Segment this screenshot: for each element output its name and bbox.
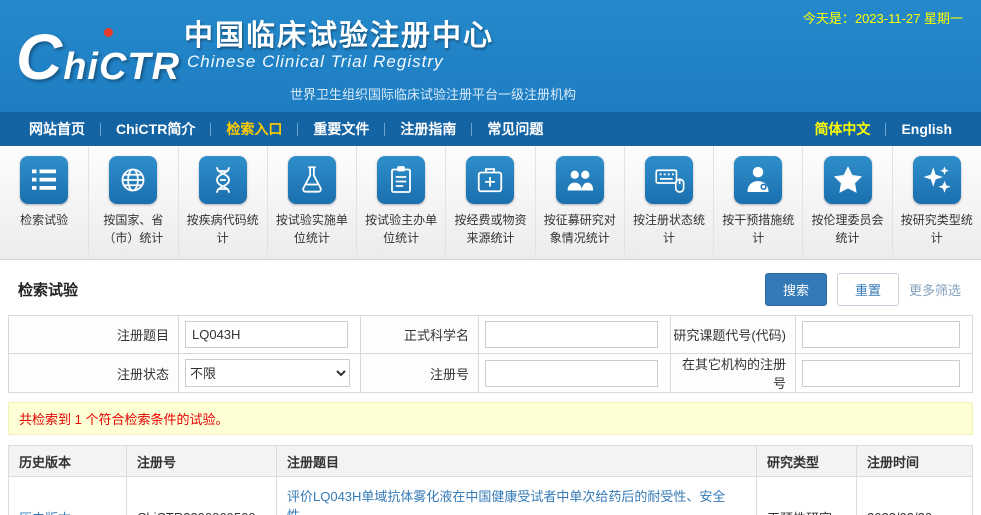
site-title-cn: 中国临床试验注册中心	[184, 12, 494, 54]
other-reg-number-label: 在其它机构的注册号	[671, 354, 796, 393]
menu-item-recruitment-stats[interactable]: 按征募研究对象情况统计	[536, 146, 625, 259]
sci-name-input[interactable]	[485, 321, 658, 348]
column-header-history-version: 历史版本	[9, 446, 127, 477]
more-filters-link[interactable]: 更多筛选	[909, 280, 965, 299]
site-header: ChiCTR 中国临床试验注册中心 Chinese Clinical Trial…	[0, 0, 981, 112]
menu-item-disease-code-stats[interactable]: 按疾病代码统计	[179, 146, 268, 259]
menu-item-label: 按注册状态统计	[629, 211, 709, 247]
nav-item-faq[interactable]: 常见问题	[472, 119, 558, 139]
sci-name-label: 正式科学名	[361, 316, 479, 354]
reg-status-label: 注册状态	[9, 354, 179, 393]
chictr-logo[interactable]: ChiCTR	[16, 6, 180, 108]
search-actions: 搜索 重置 更多筛选	[765, 273, 965, 306]
reg-title-label: 注册题目	[9, 316, 179, 354]
reg-title-input[interactable]	[185, 321, 348, 348]
column-header-registration-title: 注册题目	[277, 446, 757, 477]
who-registry-line: 世界卫生组织国际临床试验注册平台一级注册机构	[290, 84, 576, 103]
project-code-input[interactable]	[802, 321, 960, 348]
column-header-registration-date: 注册时间	[857, 446, 973, 477]
search-button[interactable]: 搜索	[765, 273, 827, 306]
menu-item-implementing-unit-stats[interactable]: 按试验实施单位统计	[268, 146, 357, 259]
menu-item-registration-status-stats[interactable]: 按注册状态统计	[625, 146, 714, 259]
menu-item-label: 按伦理委员会统计	[808, 211, 888, 247]
other-reg-number-input[interactable]	[802, 360, 960, 387]
logo-text: ChiCTR	[16, 6, 180, 108]
dna-icon	[199, 156, 247, 204]
menu-item-label: 按研究类型统计	[897, 211, 977, 247]
menu-item-label: 按国家、省（市）统计	[93, 211, 173, 247]
menu-item-sponsor-unit-stats[interactable]: 按试验主办单位统计	[357, 146, 446, 259]
menu-item-label: 按试验主办单位统计	[361, 211, 441, 247]
registration-number-cell: ChiCTR2300069500	[127, 477, 277, 515]
globe-icon	[109, 156, 157, 204]
people-group-icon	[556, 156, 604, 204]
list-123-icon	[20, 156, 68, 204]
nav-item-home[interactable]: 网站首页	[14, 119, 100, 139]
menu-item-ethics-committee-stats[interactable]: 按伦理委员会统计	[803, 146, 892, 259]
language-switcher: 简体中文 English	[799, 119, 967, 139]
results-header-row: 历史版本 注册号 注册题目 研究类型 注册时间	[9, 446, 973, 477]
search-form: 注册题目 正式科学名 研究课题代号(代码) 注册状态 不限 注册号 在其它机构的…	[8, 315, 973, 393]
menu-item-search-trials[interactable]: 检索试验	[0, 146, 89, 259]
nav-item-search-entry[interactable]: 检索入口	[211, 119, 297, 139]
registration-title-cell: 评价LQ043H单域抗体雾化液在中国健康受试者中单次给药后的耐受性、安全性、..…	[277, 477, 757, 515]
nav-item-about[interactable]: ChiCTR简介	[101, 119, 210, 139]
reg-number-input[interactable]	[485, 360, 658, 387]
menu-item-country-stats[interactable]: 按国家、省（市）统计	[89, 146, 178, 259]
menu-item-label: 检索试验	[4, 211, 84, 229]
current-date-text: 今天是：2023-11-27 星期一	[803, 8, 963, 27]
search-result-message: 共检索到 1 个符合检索条件的试验。	[8, 402, 973, 435]
results-table: 历史版本 注册号 注册题目 研究类型 注册时间 历史版本 ChiCTR23000…	[8, 445, 973, 515]
menu-item-intervention-stats[interactable]: 按干预措施统计	[714, 146, 803, 259]
menu-item-label: 按干预措施统计	[718, 211, 798, 247]
flask-icon	[288, 156, 336, 204]
history-version-link[interactable]: 历史版本	[19, 511, 71, 515]
logo-accent-dot	[104, 28, 113, 37]
sparkles-icon	[913, 156, 961, 204]
study-type-cell: 干预性研究	[757, 477, 857, 515]
column-header-registration-number: 注册号	[127, 446, 277, 477]
lang-simplified-chinese[interactable]: 简体中文	[799, 119, 885, 139]
first-aid-kit-icon	[466, 156, 514, 204]
nav-item-registration-guide[interactable]: 注册指南	[385, 119, 471, 139]
clipboard-icon	[377, 156, 425, 204]
menu-item-funding-source-stats[interactable]: 按经费或物资来源统计	[446, 146, 535, 259]
project-code-label: 研究课题代号(代码)	[671, 316, 796, 354]
lang-english[interactable]: English	[886, 121, 967, 137]
registration-date-cell: 2023/03/20	[857, 477, 973, 515]
site-title-en: Chinese Clinical Trial Registry	[187, 52, 443, 72]
column-header-study-type: 研究类型	[757, 446, 857, 477]
table-row: 历史版本 ChiCTR2300069500 评价LQ043H单域抗体雾化液在中国…	[9, 477, 973, 515]
nav-item-important-documents[interactable]: 重要文件	[298, 119, 384, 139]
keyboard-mouse-icon	[645, 156, 693, 204]
search-section-title: 检索试验	[18, 279, 78, 300]
menu-item-label: 按经费或物资来源统计	[450, 211, 530, 247]
reset-button[interactable]: 重置	[837, 273, 899, 306]
main-nav: 网站首页 ChiCTR简介 检索入口 重要文件 注册指南 常见问题 简体中文 E…	[0, 112, 981, 146]
trial-title-link[interactable]: 评价LQ043H单域抗体雾化液在中国健康受试者中单次给药后的耐受性、安全性、..…	[287, 489, 725, 515]
reg-status-select[interactable]: 不限	[185, 359, 350, 387]
menu-item-label: 按疾病代码统计	[183, 211, 263, 247]
statistics-menu: 检索试验 按国家、省（市）统计 按疾病代码统计 按试验实施单位统计 按试验主办单…	[0, 146, 981, 260]
reg-number-label: 注册号	[361, 354, 479, 393]
menu-item-label: 按试验实施单位统计	[272, 211, 352, 247]
star-icon	[824, 156, 872, 204]
search-section-header: 检索试验 搜索 重置 更多筛选	[0, 260, 981, 313]
doctor-icon	[734, 156, 782, 204]
menu-item-label: 按征募研究对象情况统计	[540, 211, 620, 247]
menu-item-study-type-stats[interactable]: 按研究类型统计	[893, 146, 981, 259]
